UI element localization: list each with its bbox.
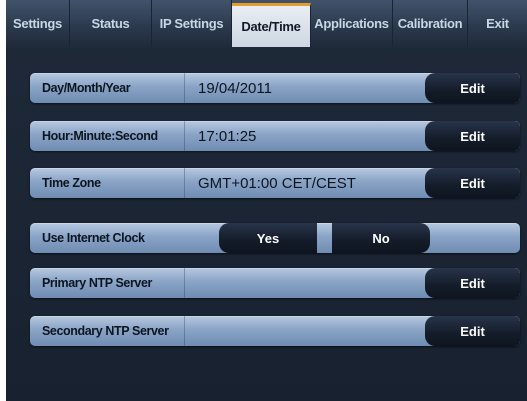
timezone-value: GMT+01:00 CET/CEST [198, 174, 356, 192]
device-screen: Settings Status IP Settings Date/Time Ap… [6, 0, 527, 401]
edit-date-button[interactable]: Edit [425, 73, 520, 103]
time-value: 17:01:25 [198, 127, 257, 145]
primary-ntp-label: Primary NTP Server [30, 268, 185, 298]
tab-ip-settings[interactable]: IP Settings [152, 0, 232, 47]
internet-clock-label: Use Internet Clock [42, 231, 145, 245]
date-value: 19/04/2011 [198, 79, 272, 97]
timezone-label: Time Zone [30, 168, 185, 198]
tab-exit[interactable]: Exit [468, 0, 527, 47]
internet-clock-no-button[interactable]: No [332, 223, 430, 253]
edit-time-button[interactable]: Edit [425, 121, 520, 151]
internet-clock-row: Use Internet Clock Yes No [30, 223, 520, 253]
edit-timezone-button[interactable]: Edit [425, 168, 520, 198]
internet-clock-yes-button[interactable]: Yes [219, 223, 317, 253]
tab-status[interactable]: Status [70, 0, 152, 47]
tab-calibration[interactable]: Calibration [393, 0, 468, 47]
timezone-row: Time Zone GMT+01:00 CET/CEST Edit [30, 168, 520, 198]
time-row: Hour:Minute:Second 17:01:25 Edit [30, 121, 520, 151]
time-label: Hour:Minute:Second [30, 121, 185, 151]
primary-ntp-row: Primary NTP Server Edit [30, 268, 520, 298]
date-label: Day/Month/Year [30, 73, 185, 103]
date-row: Day/Month/Year 19/04/2011 Edit [30, 73, 520, 103]
tab-bar: Settings Status IP Settings Date/Time Ap… [6, 0, 527, 47]
tab-settings[interactable]: Settings [6, 0, 70, 47]
secondary-ntp-row: Secondary NTP Server Edit [30, 316, 520, 346]
edit-secondary-ntp-button[interactable]: Edit [425, 316, 520, 346]
edit-primary-ntp-button[interactable]: Edit [425, 268, 520, 298]
tab-applications[interactable]: Applications [311, 0, 393, 47]
secondary-ntp-label: Secondary NTP Server [30, 316, 185, 346]
tab-date-time[interactable]: Date/Time [232, 3, 311, 47]
